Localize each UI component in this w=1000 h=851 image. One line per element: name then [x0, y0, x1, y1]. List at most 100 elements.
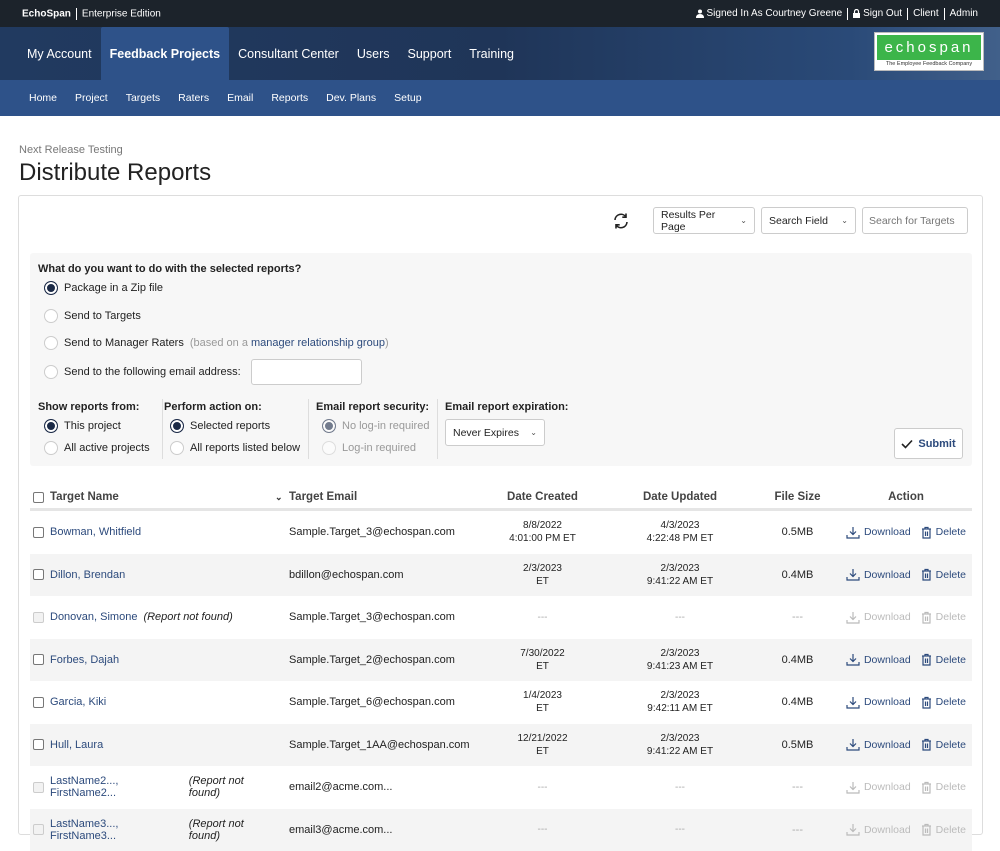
submit-button[interactable]: Submit	[894, 428, 963, 459]
nav-training[interactable]: Training	[460, 27, 523, 80]
delete-button[interactable]: Delete	[921, 696, 966, 709]
search-field-select[interactable]: Search Field⌄	[761, 207, 856, 234]
trash-icon	[921, 738, 932, 751]
date-created-date: 1/4/2023	[480, 689, 605, 702]
download-button[interactable]: Download	[846, 568, 911, 581]
refresh-button[interactable]	[611, 211, 631, 231]
row-checkbox[interactable]	[33, 569, 44, 580]
download-icon	[846, 781, 860, 794]
header-updated[interactable]: Date Updated	[605, 491, 755, 504]
perform-selected-reports[interactable]: Selected reports	[170, 419, 300, 433]
expiration-select[interactable]: Never Expires⌄	[445, 419, 545, 446]
admin-link[interactable]: Admin	[950, 8, 978, 19]
row-checkbox[interactable]	[33, 824, 44, 835]
client-link[interactable]: Client	[913, 8, 939, 19]
login-required-label: Log-in required	[342, 442, 416, 454]
show-this-project[interactable]: This project	[44, 419, 150, 433]
download-button[interactable]: Download	[846, 696, 911, 709]
subnav-project[interactable]: Project	[66, 92, 117, 104]
radio-send-targets[interactable]	[44, 309, 58, 323]
file-size: 0.4MB	[755, 654, 840, 666]
download-button[interactable]: Download	[846, 653, 911, 666]
subnav-home[interactable]: Home	[20, 92, 66, 104]
delete-button[interactable]: Delete	[921, 781, 966, 794]
delete-button[interactable]: Delete	[921, 526, 966, 539]
delete-button[interactable]: Delete	[921, 653, 966, 666]
perform-all-reports[interactable]: All reports listed below	[170, 441, 300, 455]
nav-users[interactable]: Users	[348, 27, 399, 80]
email-address-input[interactable]	[251, 359, 362, 385]
row-checkbox[interactable]	[33, 527, 44, 538]
option-send-managers[interactable]: Send to Manager Raters (based on a manag…	[44, 336, 389, 350]
target-name-link[interactable]: Donovan, Simone	[50, 611, 137, 623]
date-updated-time: 4:22:48 PM ET	[605, 532, 755, 545]
target-name-link[interactable]: LastName2..., FirstName2...	[50, 775, 183, 799]
report-not-found-note: (Report not found)	[143, 611, 232, 623]
header-name-label[interactable]: Target Name	[50, 491, 119, 503]
radio-selected-reports[interactable]	[170, 419, 184, 433]
radio-this-project[interactable]	[44, 419, 58, 433]
target-name-link[interactable]: LastName3..., FirstName3...	[50, 818, 183, 842]
download-label: Download	[864, 654, 911, 666]
echospan-logo[interactable]: echospan The Employee Feedback Company	[874, 32, 984, 71]
radio-login-required[interactable]	[322, 441, 336, 455]
delete-button[interactable]: Delete	[921, 611, 966, 624]
row-checkbox[interactable]	[33, 697, 44, 708]
header-created[interactable]: Date Created	[480, 491, 605, 504]
download-button[interactable]: Download	[846, 611, 911, 624]
subnav-dev-plans[interactable]: Dev. Plans	[317, 92, 385, 104]
manager-relationship-group-link[interactable]: manager relationship group	[251, 337, 385, 349]
target-name-link[interactable]: Garcia, Kiki	[50, 696, 106, 708]
radio-send-email[interactable]	[44, 365, 58, 379]
row-checkbox[interactable]	[33, 612, 44, 623]
subnav-reports[interactable]: Reports	[262, 92, 317, 104]
search-input[interactable]	[862, 207, 968, 234]
header-email[interactable]: Target Email	[283, 491, 480, 503]
radio-all-reports[interactable]	[170, 441, 184, 455]
security-no-login[interactable]: No log-in required	[322, 419, 429, 433]
row-checkbox[interactable]	[33, 782, 44, 793]
download-button[interactable]: Download	[846, 781, 911, 794]
sign-out-link[interactable]: Sign Out	[853, 8, 902, 19]
file-size: ---	[755, 781, 840, 793]
delete-button[interactable]: Delete	[921, 568, 966, 581]
target-name-link[interactable]: Forbes, Dajah	[50, 654, 119, 666]
header-size[interactable]: File Size	[755, 491, 840, 503]
subnav-raters[interactable]: Raters	[169, 92, 218, 104]
option-send-targets[interactable]: Send to Targets	[44, 309, 141, 323]
select-all-checkbox[interactable]	[33, 492, 44, 503]
nav-my-account[interactable]: My Account	[18, 27, 101, 80]
subnav-targets[interactable]: Targets	[117, 92, 169, 104]
download-button[interactable]: Download	[846, 738, 911, 751]
download-button[interactable]: Download	[846, 823, 911, 836]
download-button[interactable]: Download	[846, 526, 911, 539]
results-per-page-select[interactable]: Results Per Page⌄	[653, 207, 755, 234]
edition-label: Enterprise Edition	[82, 8, 161, 19]
target-name-link[interactable]: Hull, Laura	[50, 739, 103, 751]
security-login[interactable]: Log-in required	[322, 441, 429, 455]
sort-chevron-icon[interactable]: ⌄	[275, 492, 283, 503]
nav-support[interactable]: Support	[399, 27, 461, 80]
table-row: Bowman, Whitfield Sample.Target_3@echosp…	[30, 511, 972, 554]
subnav-setup[interactable]: Setup	[385, 92, 430, 104]
radio-send-managers[interactable]	[44, 336, 58, 350]
option-zip[interactable]: Package in a Zip file	[44, 281, 163, 295]
divider	[847, 8, 848, 20]
row-checkbox[interactable]	[33, 739, 44, 750]
option-send-email[interactable]: Send to the following email address:	[44, 359, 362, 385]
delete-button[interactable]: Delete	[921, 823, 966, 836]
delete-button[interactable]: Delete	[921, 738, 966, 751]
radio-all-active-projects[interactable]	[44, 441, 58, 455]
show-all-active-projects[interactable]: All active projects	[44, 441, 150, 455]
download-label: Download	[864, 739, 911, 751]
subnav-email[interactable]: Email	[218, 92, 262, 104]
nav-consultant-center[interactable]: Consultant Center	[229, 27, 348, 80]
radio-zip[interactable]	[44, 281, 58, 295]
nav-feedback-projects[interactable]: Feedback Projects	[101, 27, 229, 80]
action-question: What do you want to do with the selected…	[38, 263, 301, 275]
target-name-link[interactable]: Dillon, Brendan	[50, 569, 125, 581]
radio-no-login[interactable]	[322, 419, 336, 433]
logo-tagline: The Employee Feedback Company	[877, 61, 981, 67]
row-checkbox[interactable]	[33, 654, 44, 665]
target-name-link[interactable]: Bowman, Whitfield	[50, 526, 141, 538]
